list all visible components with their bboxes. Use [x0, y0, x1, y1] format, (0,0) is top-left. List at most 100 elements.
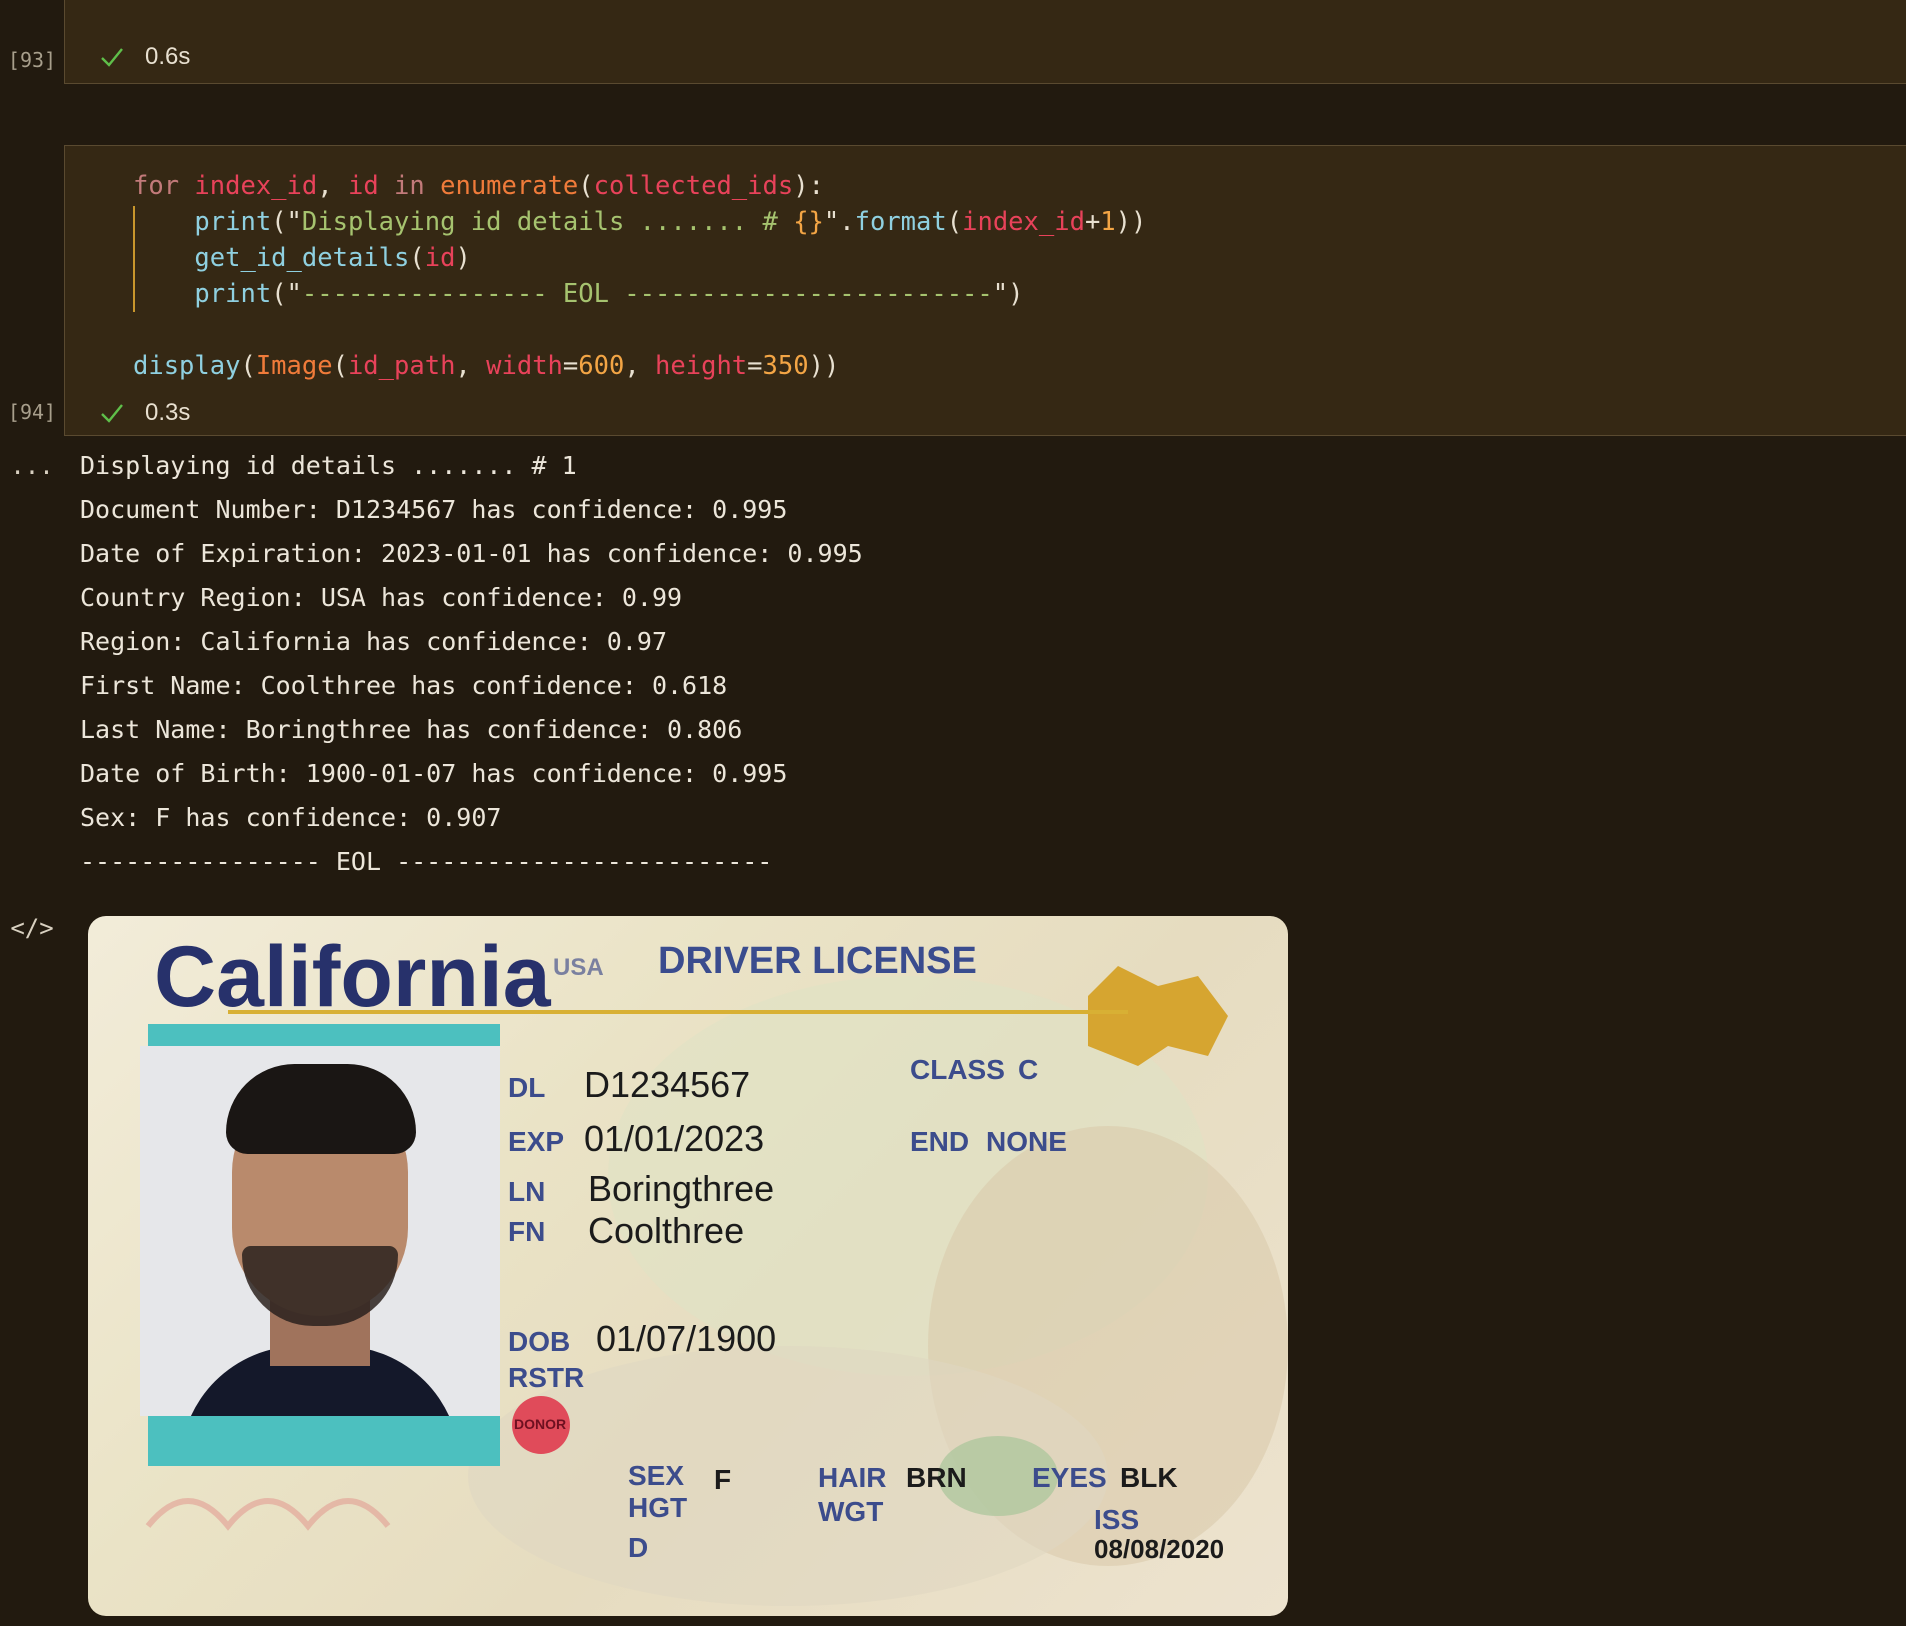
end-label: END	[910, 1126, 970, 1157]
dl-value: D1234567	[584, 1064, 751, 1105]
cell-93[interactable]: 0.6s	[64, 0, 1906, 84]
code-token: ".	[823, 207, 855, 237]
code-token: {}	[793, 207, 824, 237]
cell-output: Displaying id details ....... # 1 Documen…	[80, 444, 863, 884]
cell-status: 0.3s	[99, 399, 190, 427]
exp-value: 01/01/2023	[584, 1118, 765, 1159]
photo	[140, 1046, 500, 1416]
code-token: Displaying id details ....... #	[301, 207, 794, 237]
exp-label: EXP	[508, 1126, 565, 1157]
output-line: Region: California has confidence: 0.97	[80, 627, 667, 656]
code-token: 600	[578, 351, 625, 381]
code-token: print	[194, 279, 272, 309]
dob-label: DOB	[508, 1326, 571, 1357]
code-token: +	[1084, 207, 1101, 237]
sex-label: SEX	[628, 1460, 685, 1491]
wgt-label: WGT	[818, 1496, 884, 1527]
code-token: (	[332, 351, 348, 381]
code-token: ):	[793, 171, 824, 201]
code-token: print	[194, 207, 272, 237]
exec-duration: 0.3s	[145, 399, 191, 426]
exec-count: [93]	[7, 48, 57, 72]
code-token: ")	[992, 279, 1024, 309]
sex-value: F	[714, 1464, 732, 1495]
iss-label: ISS	[1094, 1504, 1140, 1535]
code-token: )	[455, 243, 471, 273]
code-token: for	[133, 171, 195, 201]
dl-label: DL	[508, 1072, 546, 1103]
cell-status: 0.6s	[99, 43, 190, 71]
code-token: id	[347, 171, 379, 201]
hair-label: HAIR	[818, 1462, 887, 1493]
output-line: Country Region: USA has confidence: 0.99	[80, 583, 683, 612]
hair-value: BRN	[906, 1462, 967, 1493]
code-token: id	[424, 243, 456, 273]
code-token: format	[854, 207, 947, 237]
output-menu-icon[interactable]: ...	[0, 452, 64, 480]
dob-value: 01/07/1900	[596, 1318, 777, 1359]
code-token: width	[486, 351, 563, 381]
code-line: display(Image(id_path, width=600, height…	[133, 348, 1146, 384]
iss-value: 08/08/2020	[1094, 1534, 1225, 1564]
code-token: =	[747, 351, 763, 381]
output-line: Displaying id details ....... # 1	[80, 451, 577, 480]
output-line: First Name: Coolthree has confidence: 0.…	[80, 671, 728, 700]
code-token: height	[655, 351, 748, 381]
code-line: print("---------------- EOL ------------…	[133, 276, 1146, 312]
code-token: ("	[271, 279, 302, 309]
code-token: 350	[762, 351, 809, 381]
output-line: ---------------- EOL -------------------…	[80, 847, 773, 876]
code-token: index_id	[962, 207, 1085, 237]
rstr-label: RSTR	[508, 1362, 585, 1393]
output-line: Last Name: Boringthree has confidence: 0…	[80, 715, 743, 744]
check-icon	[101, 48, 123, 67]
end-value: NONE	[986, 1126, 1067, 1157]
fn-label: FN	[508, 1216, 546, 1247]
cell-94[interactable]: for index_id, id in enumerate(collected_…	[64, 145, 1906, 436]
code-token: id_path	[347, 351, 456, 381]
code-line: for index_id, id in enumerate(collected_…	[133, 168, 1146, 204]
code-token: index_id	[194, 171, 318, 201]
hgt-label: HGT	[628, 1492, 688, 1523]
code-token: ,	[317, 171, 348, 201]
code-token: (	[240, 351, 256, 381]
card-title: DRIVER LICENSE	[658, 940, 977, 982]
donor-label: DONOR	[514, 1416, 567, 1432]
output-line: Sex: F has confidence: 0.907	[80, 803, 502, 832]
ln-value: Boringthree	[588, 1168, 775, 1209]
code-token: ))	[1115, 207, 1147, 237]
code-editor[interactable]: for index_id, id in enumerate(collected_…	[133, 168, 1146, 384]
d-label: D	[628, 1532, 649, 1563]
code-line: print("Displaying id details ....... # {…	[133, 204, 1146, 240]
id-card-image: California USA DRIVER LICENSE DL D123456…	[88, 916, 1288, 1616]
class-label: CLASS	[910, 1054, 1005, 1085]
output-line: Date of Birth: 1900-01-07 has confidence…	[80, 759, 788, 788]
code-token: enumerate	[440, 171, 579, 201]
output-line: Document Number: D1234567 has confidence…	[80, 495, 788, 524]
code-token: display	[133, 351, 241, 381]
code-token: (	[946, 207, 963, 237]
gold-rule	[228, 1010, 1128, 1014]
check-icon	[101, 404, 123, 423]
output-line: Date of Expiration: 2023-01-01 has confi…	[80, 539, 863, 568]
code-token: 1	[1100, 207, 1116, 237]
code-token: ---------------- EOL -------------------…	[301, 279, 993, 309]
class-value: C	[1018, 1054, 1039, 1085]
code-token: ,	[455, 351, 487, 381]
code-token: Image	[255, 351, 333, 381]
code-token: get_id_details	[194, 243, 410, 273]
code-token: collected_ids	[593, 171, 794, 201]
code-token: ("	[271, 207, 302, 237]
code-line: get_id_details(id)	[133, 240, 1146, 276]
card-country: USA	[553, 954, 604, 981]
code-icon[interactable]: </>	[0, 914, 64, 942]
code-token: (	[409, 243, 425, 273]
eyes-label: EYES	[1032, 1462, 1107, 1493]
fn-value: Coolthree	[588, 1210, 745, 1251]
ln-label: LN	[508, 1176, 546, 1207]
eyes-value: BLK	[1120, 1462, 1178, 1493]
